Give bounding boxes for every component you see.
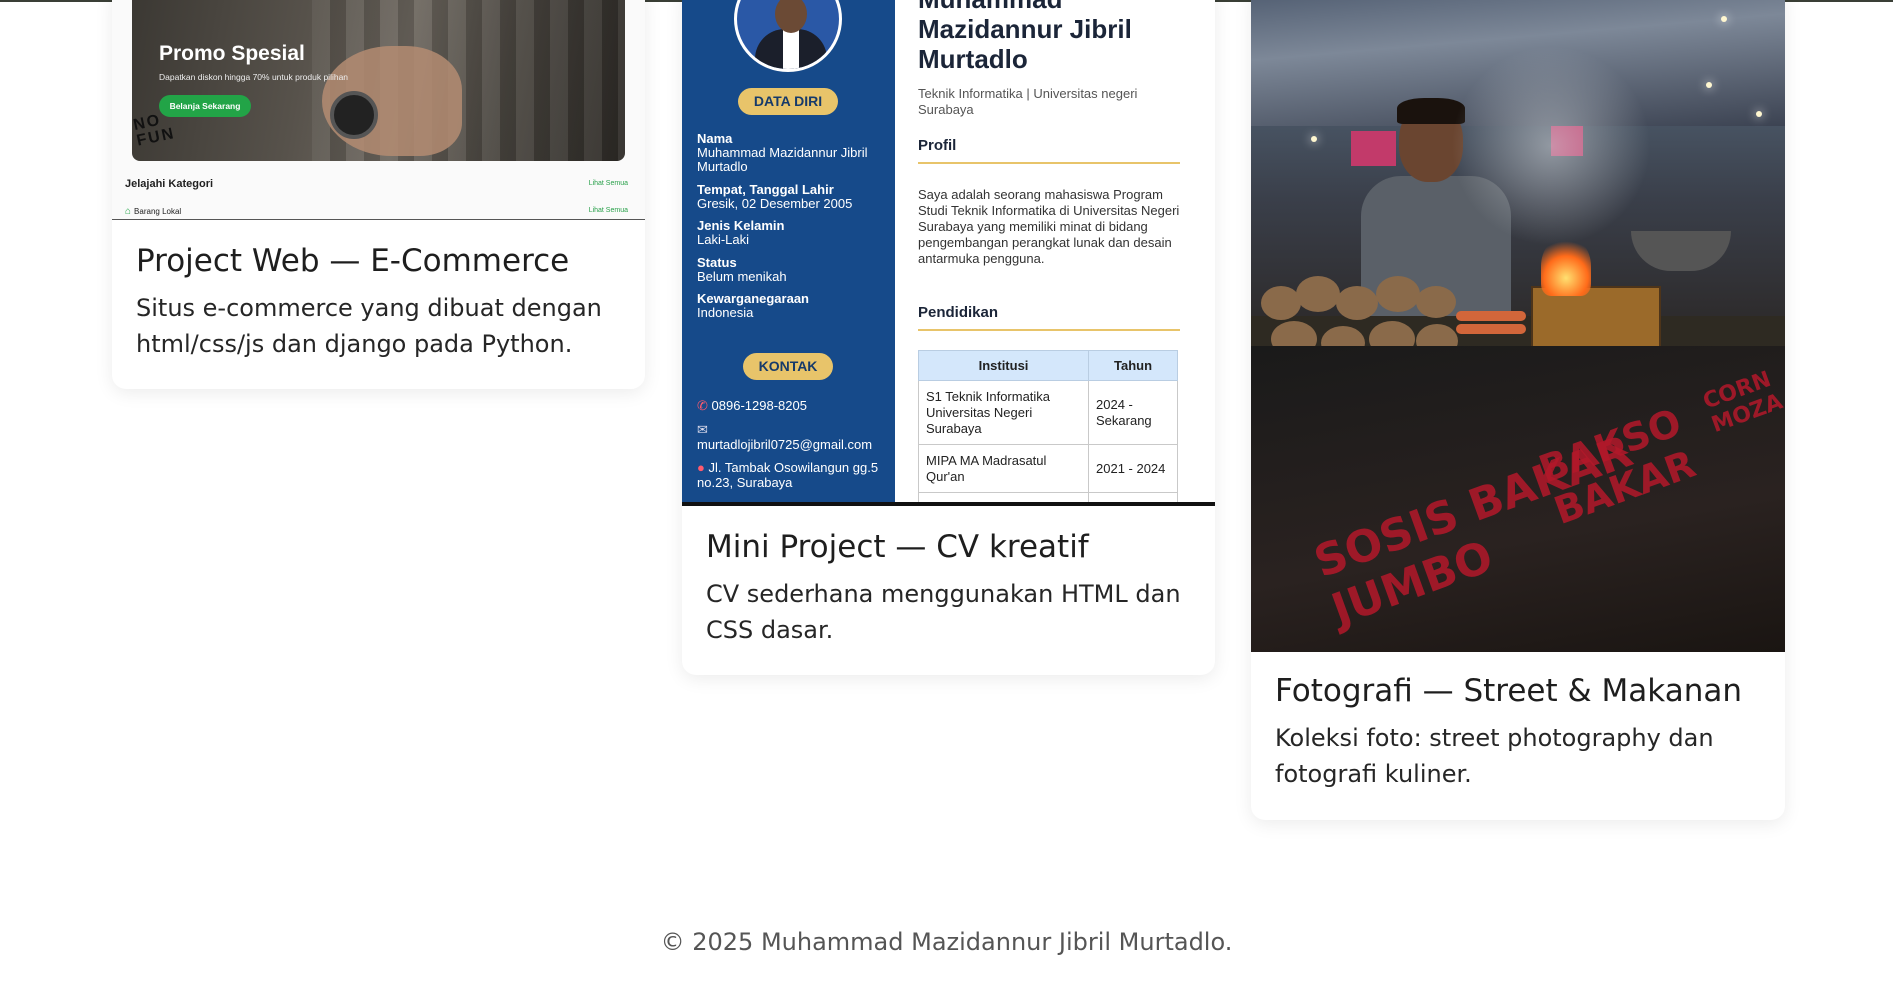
field-jenis-kelamin: Jenis Kelamin Laki-Laki [697,218,785,247]
table-header-row: Institusi Tahun [918,350,1178,381]
watch-image [330,91,378,139]
cv-name: Muhammad Mazidannur Jibril Murtadlo [918,0,1132,74]
table-cell: 2021 - 2024 [1088,444,1178,493]
field-nama: Nama Muhammad Mazidannur Jibril Murtadlo [697,131,868,174]
pin-icon: ● [697,460,705,475]
card-title: Fotografi — Street & Makanan [1275,673,1742,709]
field-kewarganegaraan: Kewarganegaraan Indonesia [697,291,809,320]
profile-photo [734,0,842,72]
data-diri-badge: DATA DIRI [738,88,838,115]
card-title: Project Web — E-Commerce [136,243,570,279]
category-item: ⌂ Barang Lokal [125,206,181,217]
education-table: Institusi Tahun S1 Teknik Informatika Un… [918,350,1178,502]
card-title: Mini Project — CV kreatif [706,529,1089,565]
project-card-photography[interactable]: SOSIS BAKAR JUMBO BAKSO BAKAR CORN MOZA … [1251,0,1785,820]
shop-now-button: Belanja Sekarang [159,95,251,117]
category-item-label: Barang Lokal [134,207,182,216]
contact-phone: ✆ 0896-1298-8205 [697,398,807,413]
contact-address: ● Jl. Tambak Osowilangun gg.5 no.23, Sur… [697,460,879,490]
table-header: Institusi [918,350,1089,381]
card-body: Project Web — E-Commerce Situs e-commerc… [112,242,645,362]
table-row [918,492,1178,502]
table-cell: MIPA MA Madrasatul Qur'an [918,444,1089,493]
table-header: Tahun [1088,350,1178,381]
card-description: Koleksi foto: street photography dan fot… [1275,724,1714,788]
table-cell: 2024 - Sekarang [1088,380,1178,445]
card-body: Fotografi — Street & Makanan Koleksi fot… [1251,672,1785,792]
profil-heading: Profil [918,137,1180,164]
card-description: CV sederhana menggunakan HTML dan CSS da… [706,580,1181,644]
profil-text: Saya adalah seorang mahasiswa Program St… [918,187,1180,266]
contact-email: ✉ murtadlojibril0725@gmail.com [697,422,873,452]
phone-icon: ✆ [697,398,708,413]
table-cell: S1 Teknik Informatika Universitas Negeri… [918,380,1089,445]
kontak-badge: KONTAK [743,353,833,380]
footer-copyright: © 2025 Muhammad Mazidannur Jibril Murtad… [660,928,1233,956]
pendidikan-heading: Pendidikan [918,304,1180,331]
mail-icon: ✉ [697,422,708,437]
promo-banner: Promo Spesial Dapatkan diskon hingga 70%… [132,0,625,161]
card-description: Situs e-commerce yang dibuat dengan html… [136,294,602,358]
table-row: MIPA MA Madrasatul Qur'an 2021 - 2024 [918,444,1178,493]
project-card-cv[interactable]: DATA DIRI Nama Muhammad Mazidannur Jibril… [682,0,1215,675]
promo-subtitle: Dapatkan diskon hingga 70% untuk produk … [159,72,349,82]
category-heading: Jelajahi Kategori [125,178,214,190]
see-all-link: Lihat Semua [588,180,628,187]
promo-title: Promo Spesial [159,42,305,65]
stamp-logo: NO FUN [132,111,177,150]
street-food-photo: SOSIS BAKAR JUMBO BAKSO BAKAR CORN MOZA [1251,0,1785,652]
cv-thumbnail: DATA DIRI Nama Muhammad Mazidannur Jibril… [682,0,1215,506]
project-card-ecommerce[interactable]: Promo Spesial Dapatkan diskon hingga 70%… [112,0,645,389]
field-ttl: Tempat, Tanggal Lahir Gresik, 02 Desember… [697,182,853,211]
table-row: S1 Teknik Informatika Universitas Negeri… [918,380,1178,445]
cv-role: Teknik Informatika | Universitas negeri … [918,86,1138,117]
see-all-link-2: Lihat Semua [588,207,628,214]
card-body: Mini Project — CV kreatif CV sederhana m… [682,528,1215,648]
cv-sidebar: DATA DIRI Nama Muhammad Mazidannur Jibril… [682,0,895,502]
home-icon: ⌂ [125,206,132,217]
field-status: Status Belum menikah [697,255,787,284]
ecommerce-thumbnail: Promo Spesial Dapatkan diskon hingga 70%… [112,0,645,220]
